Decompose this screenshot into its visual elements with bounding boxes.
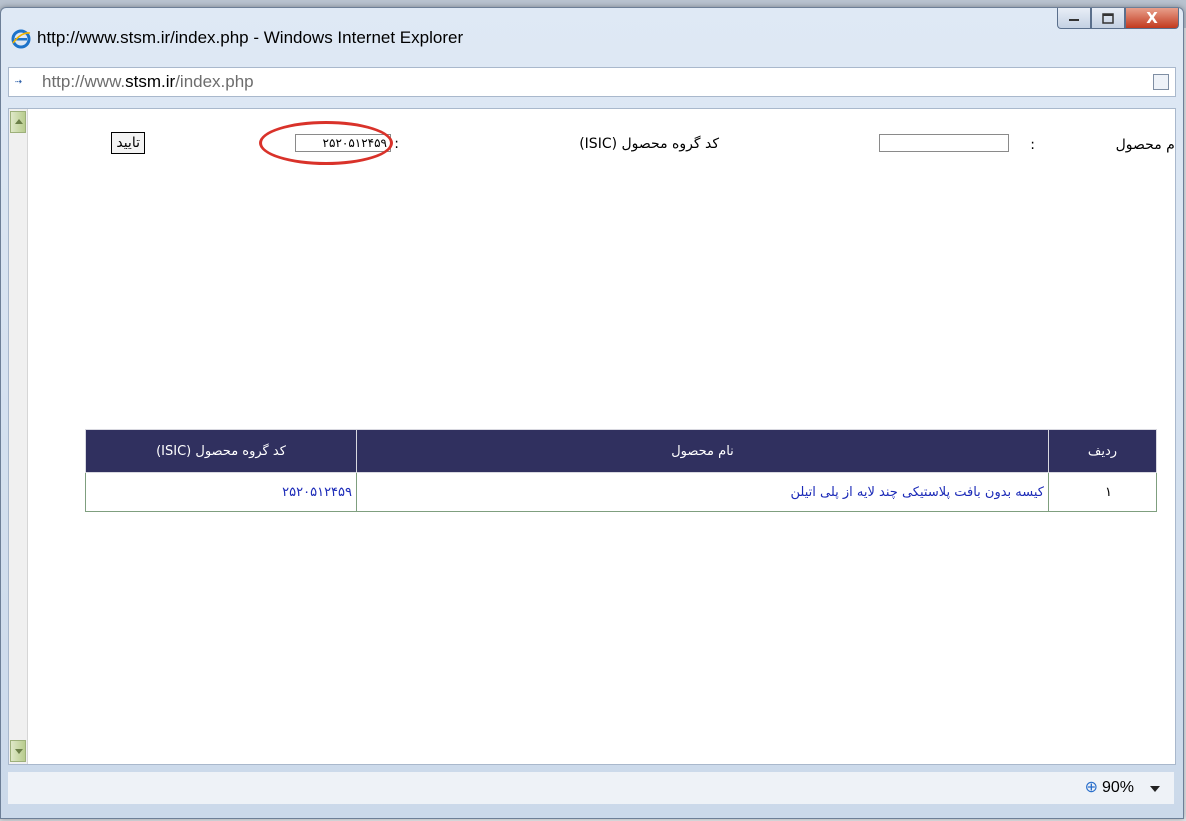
status-bar: ⊕ 90%: [8, 772, 1174, 804]
internet-explorer-icon: [11, 29, 31, 49]
zoom-level: 90%: [1101, 779, 1134, 796]
url-domain: stsm.ir: [125, 72, 176, 91]
group-code-colon: :: [394, 136, 399, 152]
column-header-row-number: ردیف: [1048, 429, 1157, 473]
product-name-link[interactable]: کیسه بدون بافت پلاستیکی چند لایه از پلی …: [356, 472, 1049, 512]
address-bar[interactable]: ⇢ http://www.stsm.ir/index.php: [8, 67, 1176, 97]
zoom-control[interactable]: ⊕ 90%: [1085, 777, 1134, 797]
scroll-down-button[interactable]: [10, 740, 26, 762]
column-header-product-name: نام محصول: [356, 429, 1049, 473]
address-url: http://www.stsm.ir/index.php: [42, 72, 254, 92]
product-name-label: نام محصول: [1115, 137, 1175, 153]
url-prefix: http://www.: [42, 72, 126, 91]
row-number-cell: ۱: [1048, 472, 1157, 512]
zoom-icon: ⊕: [1084, 779, 1098, 796]
product-name-colon: :: [1030, 137, 1035, 153]
window-title: http://www.stsm.ir/index.php - Windows I…: [37, 28, 464, 47]
table-header-row: ردیف نام محصول کد گروه محصول (ISIC): [85, 429, 1157, 473]
title-bar[interactable]: http://www.stsm.ir/index.php - Windows I…: [1, 8, 1183, 60]
page-viewport: نام محصول : کد گروه محصول (ISIC) : تایید…: [8, 108, 1176, 765]
maximize-button[interactable]: [1091, 8, 1125, 29]
minimize-icon: [1069, 19, 1079, 21]
results-table: ردیف نام محصول کد گروه محصول (ISIC) ۱ کی…: [85, 429, 1157, 512]
url-path: /index.php: [175, 72, 254, 91]
product-name-input[interactable]: [879, 134, 1009, 152]
close-icon: X: [1146, 9, 1158, 27]
maximize-icon: [1102, 12, 1114, 24]
compatibility-view-icon[interactable]: [1153, 74, 1169, 90]
close-button[interactable]: X: [1125, 8, 1179, 29]
group-code-label: کد گروه محصول (ISIC): [579, 136, 719, 152]
highlight-annotation: [259, 121, 393, 165]
table-row: ۱ کیسه بدون بافت پلاستیکی چند لایه از پل…: [85, 472, 1157, 512]
group-code-link[interactable]: ۲۵۲۰۵۱۲۴۵۹: [85, 472, 357, 512]
confirm-button[interactable]: تایید: [111, 132, 145, 154]
page-content: نام محصول : کد گروه محصول (ISIC) : تایید…: [27, 109, 1175, 764]
chevron-down-icon[interactable]: [1150, 786, 1160, 792]
vertical-scrollbar[interactable]: [9, 109, 28, 764]
window-controls: X: [1057, 8, 1179, 30]
scroll-up-button[interactable]: [10, 111, 26, 133]
page-icon: ⇢: [15, 74, 23, 88]
minimize-button[interactable]: [1057, 8, 1091, 29]
column-header-group-code: کد گروه محصول (ISIC): [85, 429, 357, 473]
